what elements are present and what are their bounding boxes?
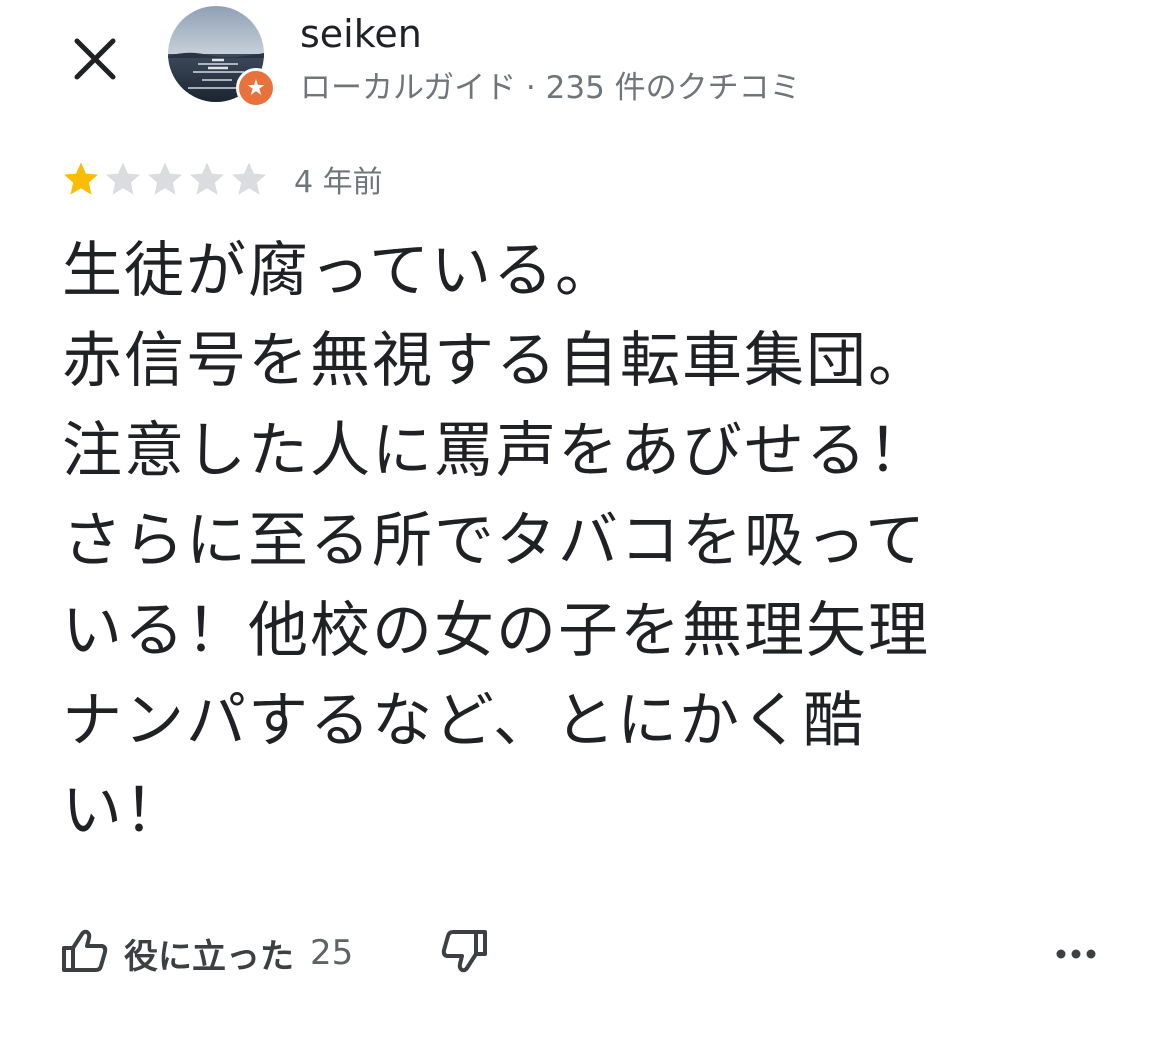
helpful-button[interactable]: 役に立った 25 (60, 926, 353, 980)
close-button[interactable] (62, 28, 128, 94)
review-actions: 役に立った 25 (60, 920, 1109, 986)
reviewer-meta: ローカルガイド · 235 件のクチコミ (300, 70, 801, 106)
star-rating (60, 158, 270, 200)
helpful-label: 役に立った (124, 936, 294, 977)
close-icon (73, 37, 117, 85)
star-empty-icon (148, 162, 182, 195)
review-text-line: い！ (62, 776, 186, 846)
thumbs-down-icon (439, 926, 489, 980)
review-text-line: いる！他校の女の子を無理矢理 (62, 596, 930, 666)
review-text-line: さらに至る所でタバコを吸って (62, 506, 927, 576)
more-horizontal-icon (1056, 944, 1096, 963)
thumbs-up-icon (60, 926, 110, 980)
star-empty-icon (106, 162, 140, 195)
star-empty-icon (232, 162, 266, 195)
rating-row: 4 年前 (60, 158, 383, 200)
more-options-button[interactable] (1051, 930, 1101, 976)
review-text: 生徒が腐っている。 赤信号を無視する自転車集団。 注意した人に罵声をあびせる！ … (62, 226, 1102, 856)
review-text-line: 注意した人に罵声をあびせる！ (62, 416, 930, 486)
review-time: 4 年前 (294, 165, 383, 200)
review-text-line: 赤信号を無視する自転車集団。 (62, 326, 930, 396)
star-empty-icon (190, 162, 224, 195)
star-filled-icon (64, 162, 98, 195)
review-text-line: ナンパするなど、とにかく酷 (62, 686, 865, 756)
helpful-count: 25 (310, 933, 354, 973)
not-helpful-button[interactable] (439, 926, 489, 980)
review-text-line: 生徒が腐っている。 (62, 236, 617, 306)
local-guide-badge-icon (236, 68, 276, 108)
reviewer-name[interactable]: seiken (300, 12, 422, 56)
